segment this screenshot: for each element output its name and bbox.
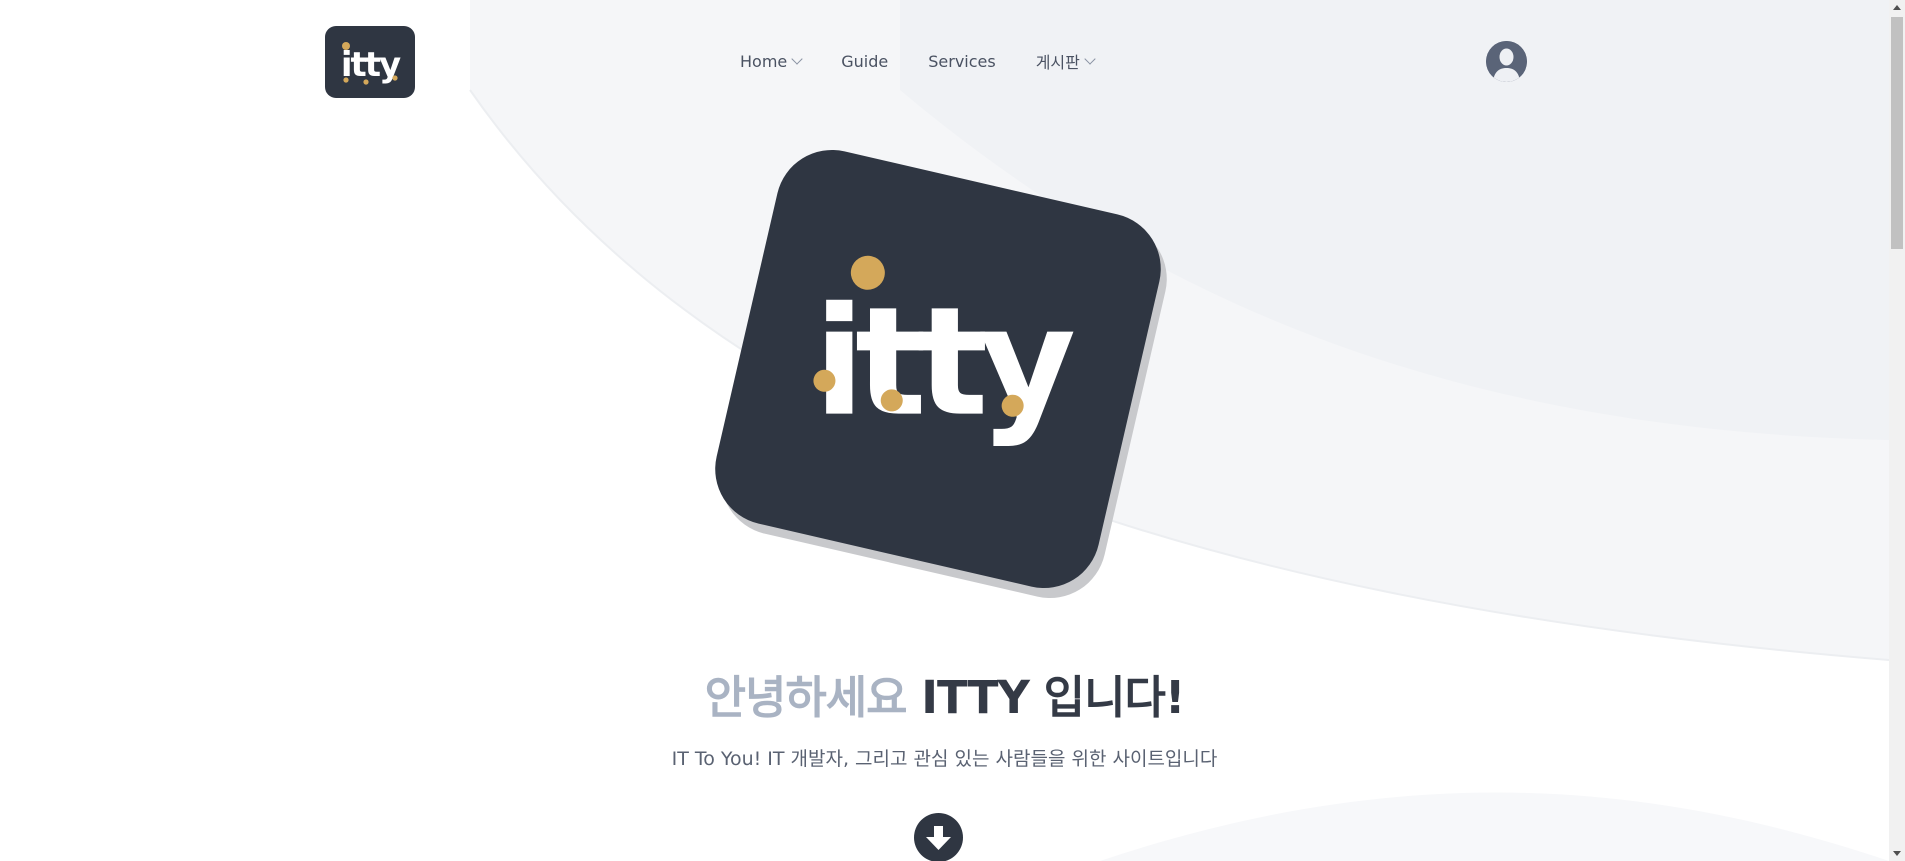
nav-item-home-label: Home (740, 51, 788, 71)
nav-item-home[interactable]: Home (740, 51, 803, 71)
arrow-down-icon (926, 826, 951, 850)
scrollbar-thumb[interactable] (1891, 17, 1903, 249)
nav-item-guide-label: Guide (841, 51, 889, 71)
nav-item-services[interactable]: Services (928, 52, 995, 71)
hero-logo-text: itty (814, 276, 1075, 450)
hero-logo: itty (704, 138, 1178, 610)
page-scrollbar[interactable] (1889, 0, 1905, 861)
user-avatar[interactable] (1486, 41, 1527, 82)
nav-item-guide[interactable]: Guide (841, 52, 888, 71)
main-nav: Home Guide Services 게시판 (740, 48, 1134, 74)
headline-brand: ITTY 입니다! (921, 671, 1185, 724)
user-avatar-icon (1486, 41, 1527, 82)
hero-subtitle: IT To You! IT 개발자, 그리고 관심 있는 사람들을 위한 사이트… (671, 748, 1218, 770)
nav-item-board-label: 게시판 (1035, 53, 1080, 72)
chevron-down-icon (791, 53, 803, 65)
itty-logo-icon: itty (341, 42, 403, 85)
chevron-down-icon (1084, 53, 1096, 65)
page: itty Home Guide Services 게시판 itty 안녕하세요 … (0, 0, 1905, 861)
nav-item-board[interactable]: 게시판 (1035, 49, 1096, 73)
scroll-down-button[interactable] (914, 813, 963, 861)
site-logo[interactable]: itty (325, 26, 415, 98)
scroll-up-arrow-icon[interactable] (1889, 0, 1905, 16)
svg-text:itty: itty (341, 45, 401, 85)
hero-headline: 안녕하세요 ITTY 입니다! (0, 670, 1889, 726)
scroll-down-arrow-icon[interactable] (1889, 845, 1905, 861)
headline-greeting: 안녕하세요 (704, 671, 908, 724)
nav-item-services-label: Services (928, 51, 996, 71)
